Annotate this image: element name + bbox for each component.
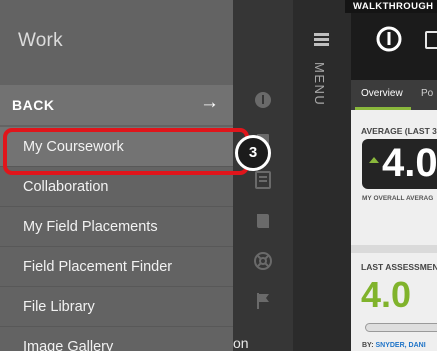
- menu-item-label: Collaboration: [23, 179, 109, 195]
- walkthrough-highlight: [3, 128, 249, 175]
- tab-po[interactable]: Po: [421, 88, 433, 99]
- tab-overview[interactable]: Overview: [361, 88, 403, 99]
- flag-icon[interactable]: [253, 291, 273, 311]
- average-score-box: 4.0: [362, 139, 437, 189]
- average-score-value: 4.0: [382, 141, 437, 185]
- back-button[interactable]: BACK →: [0, 85, 233, 125]
- assessor-prefix: BY:: [362, 342, 376, 349]
- menu-vertical-label: MENU: [312, 62, 327, 107]
- assessment-progress-bar: [365, 323, 437, 332]
- app-logo-icon[interactable]: [375, 25, 403, 53]
- menu-item-label: Field Placement Finder: [23, 259, 173, 275]
- section-divider: [351, 245, 437, 253]
- logo-icon[interactable]: [253, 90, 273, 110]
- average-label: AVERAGE (LAST 3: [361, 126, 437, 136]
- lifebuoy-icon[interactable]: [253, 251, 273, 271]
- back-label: BACK: [12, 97, 55, 113]
- walkthrough-banner: WALKTHROUGH: [345, 0, 437, 13]
- menu-item-field-placement-finder[interactable]: Field Placement Finder: [0, 247, 233, 287]
- sidebar-icon-column: [233, 0, 293, 351]
- menu-item-label: File Library: [23, 299, 95, 315]
- work-drawer: Work BACK → My Coursework Collaboration …: [0, 0, 233, 351]
- partial-caption-text: on: [233, 335, 249, 351]
- book-icon[interactable]: [253, 211, 273, 231]
- document-icon[interactable]: [425, 31, 437, 49]
- menu-item-file-library[interactable]: File Library: [0, 287, 233, 327]
- arrow-right-icon: →: [200, 92, 219, 113]
- last-assessment-label: LAST ASSESSMEN: [361, 262, 437, 272]
- average-sublabel: MY OVERALL AVERAG: [362, 195, 434, 202]
- menu-item-label: My Field Placements: [23, 219, 158, 235]
- app-content: AVERAGE (LAST 3 4.0 MY OVERALL AVERAG LA…: [351, 110, 437, 351]
- drawer-title: Work: [18, 30, 63, 51]
- assessor-line: BY: SNYDER, DANI: [362, 342, 426, 349]
- notebook-icon[interactable]: [253, 170, 273, 190]
- trend-up-icon: [369, 157, 379, 163]
- menu-item-label: Image Gallery: [23, 339, 114, 351]
- menu-column: MENU: [293, 0, 351, 351]
- app-preview: Overview Po AVERAGE (LAST 3 4.0 MY OVERA…: [351, 0, 437, 351]
- assessor-name-link[interactable]: SNYDER, DANI: [375, 342, 425, 349]
- last-assessment-value: 4.0: [361, 274, 412, 315]
- walkthrough-step-badge[interactable]: 3: [235, 135, 271, 171]
- hamburger-menu-icon[interactable]: [314, 33, 329, 46]
- menu-item-my-field-placements[interactable]: My Field Placements: [0, 207, 233, 247]
- app-tabs: Overview Po: [351, 80, 437, 110]
- menu-item-image-gallery[interactable]: Image Gallery: [0, 327, 233, 351]
